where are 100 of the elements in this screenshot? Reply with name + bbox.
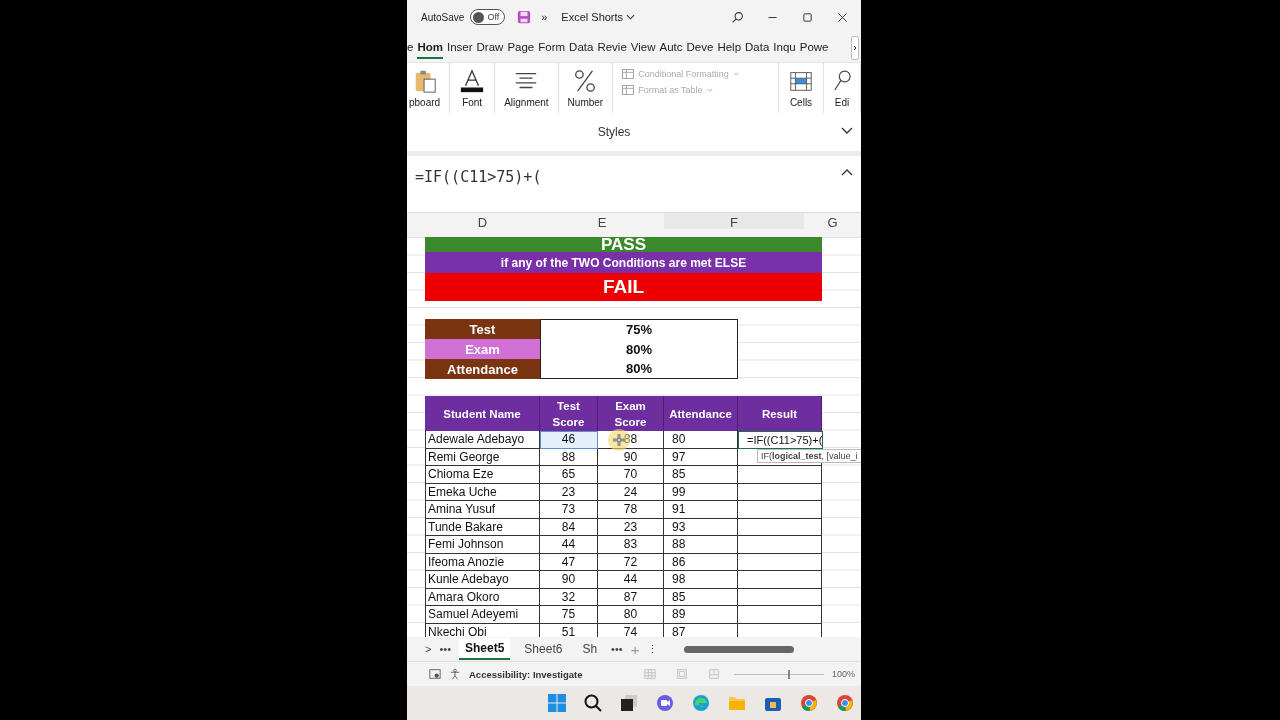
chevron-down-icon[interactable] bbox=[841, 127, 853, 135]
table-cell: 78 bbox=[598, 501, 664, 519]
table-grid-icon bbox=[622, 85, 635, 95]
group-label[interactable]: Edi bbox=[834, 97, 850, 108]
ribbon-tab[interactable]: Page bbox=[507, 37, 535, 59]
table-cell: 65 bbox=[540, 466, 598, 484]
maximize-icon[interactable] bbox=[801, 10, 814, 24]
chevron-icon[interactable] bbox=[626, 14, 636, 20]
group-label[interactable]: pboard bbox=[409, 97, 441, 108]
table-cell: 75 bbox=[540, 606, 598, 624]
options-button[interactable]: ⋮ bbox=[647, 642, 659, 656]
group-label: Styles bbox=[597, 125, 631, 139]
criteria-label: Attendance bbox=[425, 359, 540, 379]
table-cell: 70 bbox=[598, 466, 664, 484]
ribbon-tab[interactable]: Data bbox=[745, 37, 770, 59]
table-cell: Samuel Adeyemi bbox=[425, 606, 540, 624]
chrome-icon[interactable] bbox=[799, 693, 819, 713]
zoom-slider-thumb[interactable] bbox=[787, 669, 790, 679]
function-tooltip: IF(logical_test, [value_i bbox=[757, 449, 861, 463]
column-heading: Student Name bbox=[425, 396, 540, 431]
table-cell: 44 bbox=[540, 536, 598, 554]
table-cell: Adewale Adebayo bbox=[425, 431, 540, 449]
column-header[interactable]: F bbox=[664, 213, 804, 229]
more-sheets-button[interactable]: ••• bbox=[611, 643, 623, 655]
chevron-up-icon[interactable] bbox=[841, 168, 853, 176]
criteria-label: Exam bbox=[425, 339, 540, 359]
ribbon-tab[interactable]: Deve bbox=[686, 37, 714, 59]
column-heading: Result bbox=[738, 396, 822, 431]
group-label[interactable]: Cells bbox=[789, 97, 813, 108]
group-label[interactable]: Alignment bbox=[504, 97, 549, 108]
sheet-nav-button[interactable]: > bbox=[425, 643, 432, 655]
task-view-icon[interactable] bbox=[619, 693, 639, 713]
ribbon-tab[interactable]: Hom bbox=[417, 37, 443, 59]
close-icon[interactable] bbox=[836, 10, 849, 24]
chevron-icon bbox=[732, 72, 739, 76]
ribbon-tab[interactable]: Autc bbox=[659, 37, 683, 59]
windows-start-icon[interactable] bbox=[547, 693, 567, 713]
table-cell: Kunle Adebayo bbox=[425, 571, 540, 589]
table-cell: Femi Johnson bbox=[425, 536, 540, 554]
ribbon-tab[interactable]: Form bbox=[538, 37, 566, 59]
table-cell: 46 bbox=[540, 431, 598, 449]
accessibility-icon[interactable] bbox=[449, 668, 461, 680]
search-icon[interactable] bbox=[731, 10, 744, 24]
ribbon-tab[interactable]: e bbox=[407, 37, 414, 59]
formula-cell[interactable]: =IF((C11>75)+( bbox=[738, 431, 824, 449]
zoom-level[interactable]: 100% bbox=[831, 669, 855, 679]
ribbon-tab[interactable]: Revie bbox=[597, 37, 627, 59]
ribbon-tab[interactable]: Powe bbox=[799, 37, 829, 59]
table-cell: 88 bbox=[598, 431, 664, 449]
banner-text: PASS bbox=[425, 237, 822, 252]
banner-text: if any of the TWO Conditions are met ELSE bbox=[425, 252, 822, 273]
column-heading: Test Score bbox=[540, 396, 598, 431]
save-icon[interactable] bbox=[517, 10, 532, 24]
table-cell: Amina Yusuf bbox=[425, 501, 540, 519]
table-cell: Chioma Eze bbox=[425, 466, 540, 484]
ribbon-tab[interactable]: View bbox=[630, 37, 656, 59]
table-cell: 85 bbox=[664, 466, 738, 484]
search-icon[interactable] bbox=[583, 693, 603, 713]
autosave-toggle[interactable]: Off bbox=[470, 9, 506, 25]
table-cell: 88 bbox=[664, 536, 738, 554]
table-cell: 90 bbox=[540, 571, 598, 589]
table-cell: 80 bbox=[664, 431, 738, 449]
window-title[interactable]: Excel Shorts bbox=[561, 11, 624, 23]
chevron-icon bbox=[706, 88, 713, 92]
more-commands[interactable]: » bbox=[541, 11, 548, 23]
ribbon-tab[interactable]: Help bbox=[717, 37, 742, 59]
ribbon-tab[interactable]: Data bbox=[569, 37, 594, 59]
banner-text: FAIL bbox=[425, 273, 822, 301]
table-cell: 91 bbox=[664, 501, 738, 519]
table-cell: 80 bbox=[598, 606, 664, 624]
column-header[interactable]: D bbox=[425, 213, 540, 229]
table-cell: 89 bbox=[664, 606, 738, 624]
table-cell: 98 bbox=[664, 571, 738, 589]
chrome-icon[interactable] bbox=[835, 693, 855, 713]
sheet-tab[interactable]: Sh bbox=[576, 639, 604, 659]
table-cell: 83 bbox=[598, 536, 664, 554]
column-header[interactable]: E bbox=[540, 213, 664, 229]
font-icon[interactable] bbox=[459, 68, 486, 94]
accessibility-status[interactable]: Accessibility: Investigate bbox=[469, 668, 583, 680]
table-cell: 73 bbox=[540, 501, 598, 519]
criteria-value: 80% bbox=[540, 339, 738, 359]
criteria-label: Test bbox=[425, 319, 540, 339]
ribbon-tab[interactable]: Draw bbox=[476, 37, 504, 59]
table-cell: 44 bbox=[598, 571, 664, 589]
criteria-value: 80% bbox=[540, 359, 738, 379]
sheet-tab[interactable]: Sheet6 bbox=[518, 639, 569, 659]
formula-text[interactable]: =IF((C11>75)+( bbox=[415, 168, 542, 186]
sheet-tab[interactable]: Sheet5 bbox=[459, 638, 511, 660]
sheet-nav-button[interactable]: ••• bbox=[439, 643, 451, 655]
column-heading: Exam Score bbox=[598, 396, 664, 431]
group-label[interactable]: Font bbox=[462, 97, 483, 108]
ribbon-tab[interactable]: Inqu bbox=[773, 37, 796, 59]
criteria-value: 75% bbox=[540, 319, 738, 339]
chat-icon[interactable] bbox=[655, 693, 675, 713]
column-header[interactable]: G bbox=[804, 213, 861, 229]
group-label[interactable]: Number bbox=[567, 97, 604, 108]
autosave-label: AutoSave bbox=[421, 11, 465, 23]
column-heading: Attendance bbox=[664, 396, 738, 431]
ribbon-tab[interactable]: Inser bbox=[446, 37, 473, 59]
macro-icon[interactable] bbox=[429, 668, 441, 680]
